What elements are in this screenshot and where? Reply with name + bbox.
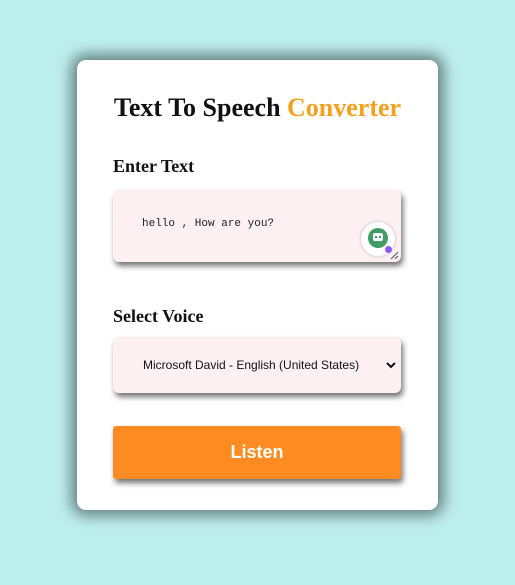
title-main: Text To Speech [113,93,288,122]
text-input[interactable]: hello , How are you? [113,190,401,262]
title-accent: Converter [287,93,402,122]
resize-handle-icon[interactable] [390,251,399,260]
enter-text-label: Enter Text [113,156,195,176]
grammarly-face [373,233,383,241]
voice-select-value: Microsoft David - English (United States… [143,358,360,372]
chevron-down-icon [386,362,396,369]
voice-select[interactable]: Microsoft David - English (United States… [113,337,401,393]
listen-button[interactable]: Listen [113,426,401,479]
grammarly-eye-left [375,236,377,238]
page-title: Text To Speech Converter [77,93,438,123]
select-voice-label: Select Voice [113,306,204,326]
grammarly-badge [368,228,388,248]
converter-card: Text To Speech Converter Enter Text hell… [77,60,438,510]
text-input-value: hello , How are you? [142,218,275,230]
grammarly-eye-right [379,236,381,238]
